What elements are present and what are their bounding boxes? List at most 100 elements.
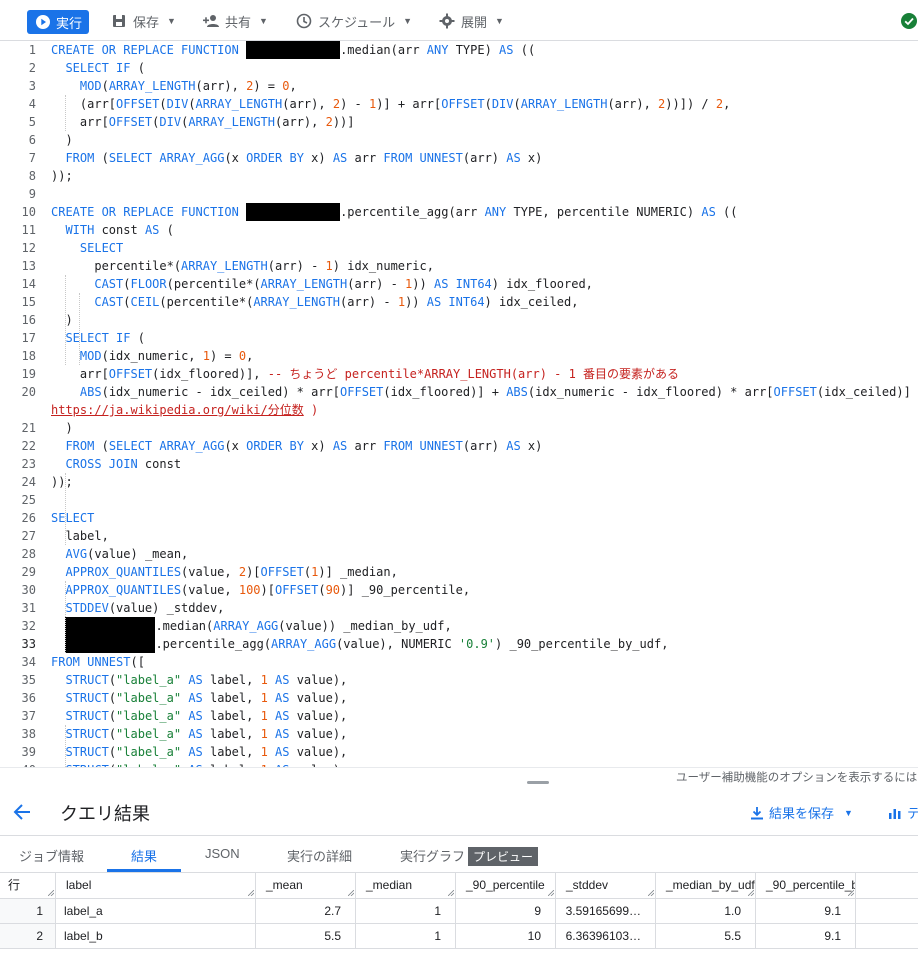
table-cell-stddev[interactable]: 6.36396103…: [556, 924, 656, 948]
column-header-stddev[interactable]: _stddev: [556, 873, 656, 898]
column-header-mean[interactable]: _mean: [256, 873, 356, 898]
code-line[interactable]: 26 SELECT: [0, 509, 918, 527]
code-line[interactable]: 3 MOD(ARRAY_LENGTH(arr), 2) = 0,: [0, 77, 918, 95]
code-line[interactable]: 12 SELECT: [0, 239, 918, 257]
column-header-median-by-udf[interactable]: _median_by_udf: [656, 873, 756, 898]
code-line[interactable]: 39 STRUCT("label_a" AS label, 1 AS value…: [0, 743, 918, 761]
column-resize-icon[interactable]: [848, 890, 854, 896]
pane-splitter[interactable]: ユーザー補助機能のオプションを表示するには: [0, 767, 918, 787]
code-line[interactable]: 27 label,: [0, 527, 918, 545]
column-resize-icon[interactable]: [648, 890, 654, 896]
save-results-button[interactable]: 結果を保存 ▼: [750, 803, 853, 822]
column-header-90-percentile[interactable]: _90_percentile: [456, 873, 556, 898]
tab-job-info[interactable]: ジョブ情報: [19, 846, 84, 865]
table-header-row: 行 label _mean _median _90_percentile _stddev _…: [0, 873, 918, 899]
table-cell-stddev[interactable]: 3.59165699…: [556, 899, 656, 923]
code-token: (: [130, 331, 145, 345]
deploy-menu[interactable]: 展開 ▼: [439, 10, 504, 32]
code-line[interactable]: 2 SELECT IF (: [0, 59, 918, 77]
table-row[interactable]: 2 label_b 5.5 1 10 6.36396103… 5.5 9.1: [0, 924, 918, 949]
column-header-label[interactable]: label: [56, 873, 256, 898]
table-cell-90-percentile[interactable]: 10: [456, 924, 556, 948]
code-line[interactable]: https://ja.wikipedia.org/wiki/分位数 ): [0, 401, 918, 419]
code-line[interactable]: 4 (arr[OFFSET(DIV(ARRAY_LENGTH(arr), 2) …: [0, 95, 918, 113]
column-resize-icon[interactable]: [748, 890, 754, 896]
code-line[interactable]: 31 STDDEV(value) _stddev,: [0, 599, 918, 617]
table-cell-90-percentile-by-udf[interactable]: 9.1: [756, 924, 856, 948]
code-line[interactable]: 22 FROM (SELECT ARRAY_AGG(x ORDER BY x) …: [0, 437, 918, 455]
table-cell-row-number[interactable]: 2: [0, 924, 56, 948]
table-cell-row-number[interactable]: 1: [0, 899, 56, 923]
code-line[interactable]: 23 CROSS JOIN const: [0, 455, 918, 473]
column-resize-icon[interactable]: [48, 890, 54, 896]
code-line[interactable]: 30 APPROX_QUANTILES(value, 100)[OFFSET(9…: [0, 581, 918, 599]
column-header-row-number[interactable]: 行: [0, 873, 56, 898]
column-resize-icon[interactable]: [548, 890, 554, 896]
code-line[interactable]: 28 AVG(value) _mean,: [0, 545, 918, 563]
code-line[interactable]: 8));: [0, 167, 918, 185]
column-resize-icon[interactable]: [248, 890, 254, 896]
code-line[interactable]: 35 STRUCT("label_a" AS label, 1 AS value…: [0, 671, 918, 689]
table-row[interactable]: 1 label_a 2.7 1 9 3.59165699… 1.0 9.1: [0, 899, 918, 924]
code-line[interactable]: 15 CAST(CEIL(percentile*(ARRAY_LENGTH(ar…: [0, 293, 918, 311]
code-line[interactable]: 1 CREATE OR REPLACE FUNCTION .median(arr …: [0, 41, 918, 59]
table-cell-90-percentile-by-udf[interactable]: 9.1: [756, 899, 856, 923]
sql-editor[interactable]: 1 CREATE OR REPLACE FUNCTION .median(arr …: [0, 41, 918, 767]
code-line[interactable]: 7 FROM (SELECT ARRAY_AGG(x ORDER BY x) A…: [0, 149, 918, 167]
code-line[interactable]: 21 ): [0, 419, 918, 437]
code-text: AVG(value) _mean,: [51, 545, 188, 563]
table-cell-mean[interactable]: 5.5: [256, 924, 356, 948]
table-cell-median-by-udf[interactable]: 5.5: [656, 924, 756, 948]
code-line[interactable]: 10 CREATE OR REPLACE FUNCTION .percentile…: [0, 203, 918, 221]
table-cell-label[interactable]: label_a: [56, 899, 256, 923]
table-cell-median[interactable]: 1: [356, 899, 456, 923]
code-line[interactable]: 18 MOD(idx_numeric, 1) = 0,: [0, 347, 918, 365]
code-line[interactable]: 13 percentile*(ARRAY_LENGTH(arr) - 1) id…: [0, 257, 918, 275]
code-line[interactable]: 29 APPROX_QUANTILES(value, 2)[OFFSET(1)]…: [0, 563, 918, 581]
tab-execution-graph[interactable]: 実行グラフ プレビュー: [400, 846, 539, 866]
column-resize-icon[interactable]: [348, 890, 354, 896]
code-token: FROM: [65, 151, 95, 165]
code-line[interactable]: 25: [0, 491, 918, 509]
explore-data-button[interactable]: テ: [888, 803, 918, 822]
code-line[interactable]: 33 .percentile_agg(ARRAY_AGG(value), NUM…: [0, 635, 918, 653]
drag-handle-icon[interactable]: [527, 781, 549, 784]
code-line[interactable]: 17 SELECT IF (: [0, 329, 918, 347]
table-cell-label[interactable]: label_b: [56, 924, 256, 948]
code-line[interactable]: 5 arr[OFFSET(DIV(ARRAY_LENGTH(arr), 2))]: [0, 113, 918, 131]
code-line[interactable]: 20 ABS(idx_numeric - idx_ceiled) * arr[O…: [0, 383, 918, 401]
tab-json[interactable]: JSON: [205, 846, 240, 861]
schedule-menu[interactable]: スケジュール ▼: [296, 10, 412, 32]
table-cell-median[interactable]: 1: [356, 924, 456, 948]
run-button[interactable]: 実行: [27, 10, 89, 34]
code-line[interactable]: 19 arr[OFFSET(idx_floored)], -- ちょうど per…: [0, 365, 918, 383]
column-header-median[interactable]: _median: [356, 873, 456, 898]
code-link[interactable]: https://ja.wikipedia.org/wiki/分位数: [51, 403, 304, 417]
code-line[interactable]: 11 WITH const AS (: [0, 221, 918, 239]
table-cell-90-percentile[interactable]: 9: [456, 899, 556, 923]
code-line[interactable]: 37 STRUCT("label_a" AS label, 1 AS value…: [0, 707, 918, 725]
column-header-90-percentile-by-udf[interactable]: _90_percentile_b: [756, 873, 856, 898]
code-line[interactable]: 38 STRUCT("label_a" AS label, 1 AS value…: [0, 725, 918, 743]
save-menu[interactable]: 保存 ▼: [111, 10, 176, 32]
share-menu[interactable]: 共有 ▼: [203, 10, 268, 32]
table-cell-median-by-udf[interactable]: 1.0: [656, 899, 756, 923]
code-line[interactable]: 9: [0, 185, 918, 203]
code-token: "label_a": [116, 745, 182, 759]
indent-guide: [65, 95, 66, 131]
tab-results[interactable]: 結果: [131, 846, 157, 865]
table-cell-mean[interactable]: 2.7: [256, 899, 356, 923]
code-token: 1: [325, 259, 333, 273]
tab-execution-details[interactable]: 実行の詳細: [287, 846, 352, 865]
column-resize-icon[interactable]: [448, 890, 454, 896]
code-line[interactable]: 36 STRUCT("label_a" AS label, 1 AS value…: [0, 689, 918, 707]
code-line[interactable]: 32 .median(ARRAY_AGG(value)) _median_by_…: [0, 617, 918, 635]
arrow-back-icon[interactable]: [12, 802, 32, 822]
code-line[interactable]: 16 ): [0, 311, 918, 329]
code-line[interactable]: 14 CAST(FLOOR(percentile*(ARRAY_LENGTH(a…: [0, 275, 918, 293]
code-line[interactable]: 6 ): [0, 131, 918, 149]
code-line[interactable]: 24));: [0, 473, 918, 491]
code-line[interactable]: 34 FROM UNNEST([: [0, 653, 918, 671]
code-token: ,: [723, 97, 731, 111]
